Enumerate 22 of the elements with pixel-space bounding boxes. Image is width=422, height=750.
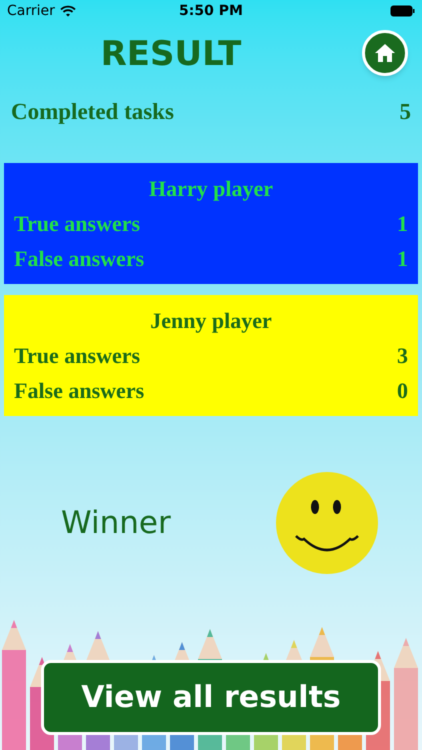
completed-tasks-count: 5: [400, 98, 411, 126]
completed-tasks-label: Completed tasks: [11, 98, 174, 126]
player-name: Harry player: [148, 175, 274, 203]
page-title: RESULT: [100, 32, 242, 76]
answers-label: True answers: [14, 210, 140, 238]
status-time: 5:50 PM: [179, 2, 243, 20]
answers-label: False answers: [14, 377, 144, 405]
answers-count: 1: [397, 210, 408, 238]
player-name: Jenny player: [150, 307, 272, 335]
answers-count: 0: [397, 377, 408, 405]
wifi-icon: [60, 5, 76, 17]
carrier-label: Carrier: [7, 2, 55, 20]
battery-icon: [390, 5, 415, 17]
view-all-results-button[interactable]: View all results: [41, 660, 381, 735]
home-button[interactable]: [362, 30, 408, 76]
smiley-face-icon: [276, 472, 378, 574]
winner-label: Winner: [61, 504, 171, 543]
answers-label: False answers: [14, 245, 144, 273]
answers-count: 1: [397, 245, 408, 273]
answers-count: 3: [397, 342, 408, 370]
answers-label: True answers: [14, 342, 140, 370]
home-icon: [374, 43, 396, 63]
